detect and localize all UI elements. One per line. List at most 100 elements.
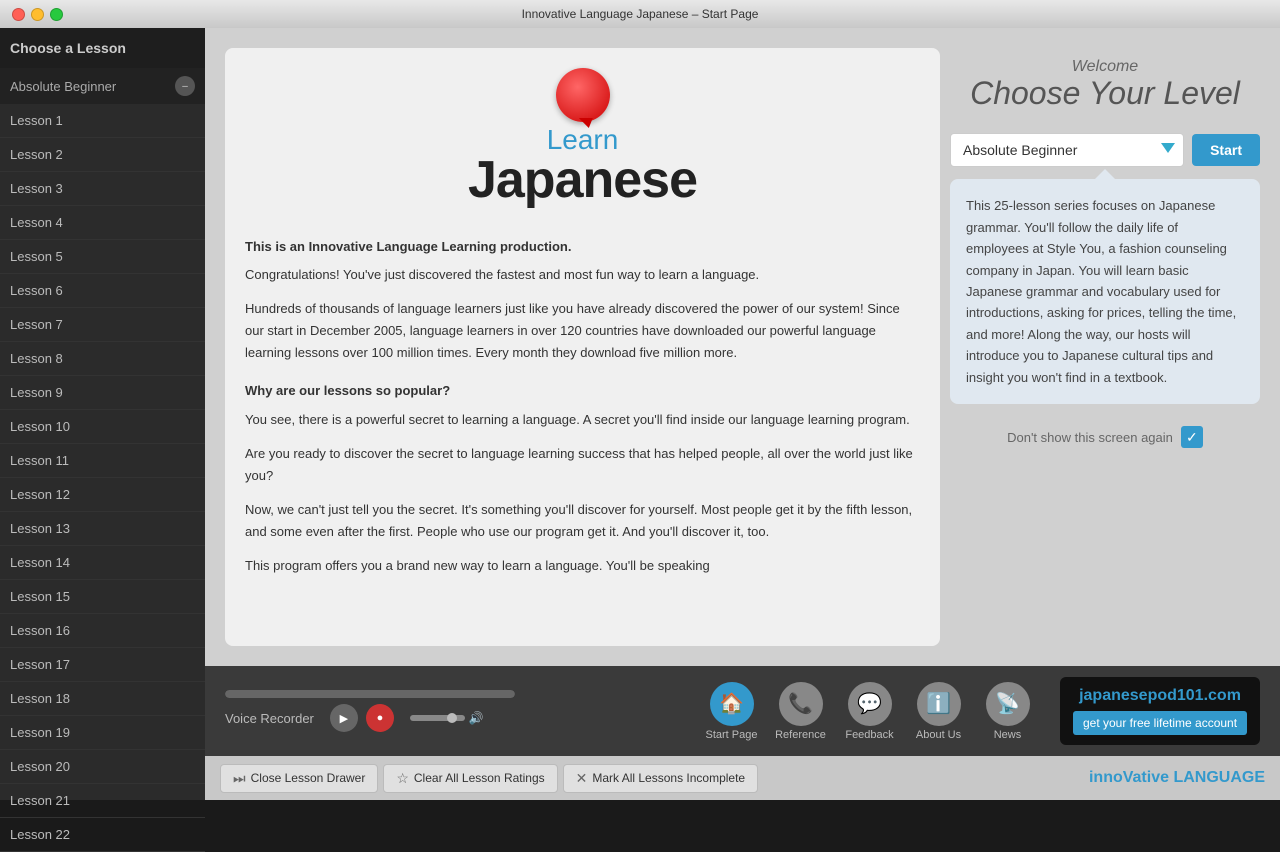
sidebar-lesson-item[interactable]: Lesson 3 [0,172,205,206]
para3: You see, there is a powerful secret to l… [245,409,920,431]
nav-icon-about-us[interactable]: ℹ️About Us [906,682,971,741]
logo-area: Learn Japanese [245,68,920,206]
footer-brand-suffix: LANGUAGE [1169,769,1265,786]
bottom-bar: Voice Recorder ▶ ● 🔊 🏠 Start Page 📞 Referen… [205,666,1280,756]
sidebar-lesson-item[interactable]: Lesson 13 [0,512,205,546]
sidebar-lesson-item[interactable]: Lesson 7 [0,308,205,342]
footer-icon-mark-incomplete: ✕ [576,770,588,787]
sidebar-lesson-item[interactable]: Lesson 8 [0,342,205,376]
description-bubble: This 25-lesson series focuses on Japanes… [950,179,1260,404]
nav-circle-feedback: 💬 [848,682,892,726]
sidebar-level-label: Absolute Beginner [10,79,116,94]
nav-label-start-page: Start Page [706,729,758,741]
welcome-text: Welcome [950,58,1260,76]
sidebar-lesson-item[interactable]: Lesson 17 [0,648,205,682]
footer-brand-prefix: inno [1089,769,1123,786]
footer-btn-mark-incomplete[interactable]: ✕ Mark All Lessons Incomplete [563,764,758,793]
sidebar-lesson-item[interactable]: Lesson 5 [0,240,205,274]
footer-label-mark-incomplete: Mark All Lessons Incomplete [592,771,745,785]
nav-label-feedback: Feedback [845,729,893,741]
nav-icon-reference[interactable]: 📞 Reference [768,682,833,741]
sidebar-lesson-item[interactable]: Lesson 6 [0,274,205,308]
progress-fill [225,690,515,698]
window-title: Innovative Language Japanese – Start Pag… [522,7,759,21]
brand-prefix: japanese [1079,687,1147,704]
para2: Hundreds of thousands of language learne… [245,298,920,364]
sidebar-lesson-item[interactable]: Lesson 4 [0,206,205,240]
para4: Are you ready to discover the secret to … [245,443,920,487]
sidebar-level-row: Absolute Beginner – [0,68,205,104]
footer-bar: ⏭Close Lesson Drawer ☆ Clear All Lesson Ra… [205,756,1280,800]
sidebar-lesson-item[interactable]: Lesson 21 [0,784,205,818]
choose-level-text: Choose Your Level [950,76,1260,111]
logo-japanese: Japanese [468,154,697,206]
right-panel: Welcome Choose Your Level Absolute Begin… [950,48,1260,646]
sidebar-lesson-item[interactable]: Lesson 12 [0,478,205,512]
footer-label-clear-ratings: Clear All Lesson Ratings [414,771,545,785]
sidebar-lesson-item[interactable]: Lesson 1 [0,104,205,138]
level-dropdown[interactable]: Absolute BeginnerBeginnerIntermediateAdv… [950,133,1184,167]
play-button[interactable]: ▶ [330,704,358,732]
nav-circle-about-us: ℹ️ [917,682,961,726]
left-content: Learn Japanese This is an Innovative Lan… [225,48,940,646]
sidebar-lesson-item[interactable]: Lesson 14 [0,546,205,580]
brand-section: japanesepod101.com get your free lifetim… [1060,677,1260,745]
sidebar-lesson-item[interactable]: Lesson 22 [0,818,205,852]
progress-bar[interactable] [225,690,515,698]
maximize-button[interactable] [50,8,63,21]
sidebar-lesson-item[interactable]: Lesson 20 [0,750,205,784]
lesson-list: Lesson 1Lesson 2Lesson 3Lesson 4Lesson 5… [0,104,205,852]
para5: Now, we can't just tell you the secret. … [245,499,920,543]
dont-show-row: Don't show this screen again ✓ [950,426,1260,448]
sidebar-lesson-item[interactable]: Lesson 18 [0,682,205,716]
volume-area: 🔊 [410,711,484,725]
nav-circle-reference: 📞 [779,682,823,726]
nav-icon-feedback[interactable]: 💬 Feedback [837,682,902,741]
dont-show-text: Don't show this screen again [1007,430,1173,445]
footer-btn-close-drawer[interactable]: ⏭Close Lesson Drawer [220,764,378,793]
footer-brand: innoVative LANGUAGE [1089,769,1265,787]
close-button[interactable] [12,8,25,21]
start-button[interactable]: Start [1192,134,1260,166]
brand-suffix: .com [1204,687,1241,704]
sidebar-lesson-item[interactable]: Lesson 16 [0,614,205,648]
para1: Congratulations! You've just discovered … [245,264,920,286]
record-button[interactable]: ● [366,704,394,732]
content-body: This is an Innovative Language Learning … [245,236,920,577]
volume-icon: 🔊 [469,711,484,725]
main-container: Choose a Lesson Absolute Beginner – Less… [0,28,1280,800]
sidebar-collapse-button[interactable]: – [175,76,195,96]
sidebar-lesson-item[interactable]: Lesson 9 [0,376,205,410]
nav-icon-news[interactable]: 📡 News [975,682,1040,741]
logo-learn: Learn [547,126,619,154]
title-bar: Innovative Language Japanese – Start Pag… [0,0,1280,28]
nav-label-reference: Reference [775,729,826,741]
footer-brand-highlight: Vative [1123,769,1169,786]
sidebar-lesson-item[interactable]: Lesson 19 [0,716,205,750]
dont-show-checkbox[interactable]: ✓ [1181,426,1203,448]
nav-label-news: News [994,729,1022,741]
nav-circle-start-page: 🏠 [710,682,754,726]
brand-domain: japanesepod101.com [1079,687,1241,705]
level-select-row: Absolute BeginnerBeginnerIntermediateAdv… [950,133,1260,167]
heading1: Why are our lessons so popular? [245,380,920,402]
sidebar-lesson-item[interactable]: Lesson 15 [0,580,205,614]
minimize-button[interactable] [31,8,44,21]
nav-circle-news: 📡 [986,682,1030,726]
window-controls[interactable] [12,8,63,21]
player-controls: Voice Recorder ▶ ● 🔊 [225,704,679,732]
footer-btn-clear-ratings[interactable]: ☆ Clear All Lesson Ratings [383,764,557,793]
intro-heading: This is an Innovative Language Learning … [245,236,920,258]
content-area: Learn Japanese This is an Innovative Lan… [205,28,1280,800]
sidebar-lesson-item[interactable]: Lesson 10 [0,410,205,444]
sidebar-lesson-item[interactable]: Lesson 11 [0,444,205,478]
welcome-section: Welcome Choose Your Level [950,48,1260,121]
player-label: Voice Recorder [225,711,314,726]
sidebar-lesson-item[interactable]: Lesson 2 [0,138,205,172]
volume-bar[interactable] [410,715,465,721]
footer-label-close-drawer: Close Lesson Drawer [251,771,366,785]
footer-icon-clear-ratings: ☆ [396,770,409,787]
player-section: Voice Recorder ▶ ● 🔊 [225,690,679,732]
brand-cta[interactable]: get your free lifetime account [1073,711,1247,735]
nav-icon-start-page[interactable]: 🏠 Start Page [699,682,764,741]
